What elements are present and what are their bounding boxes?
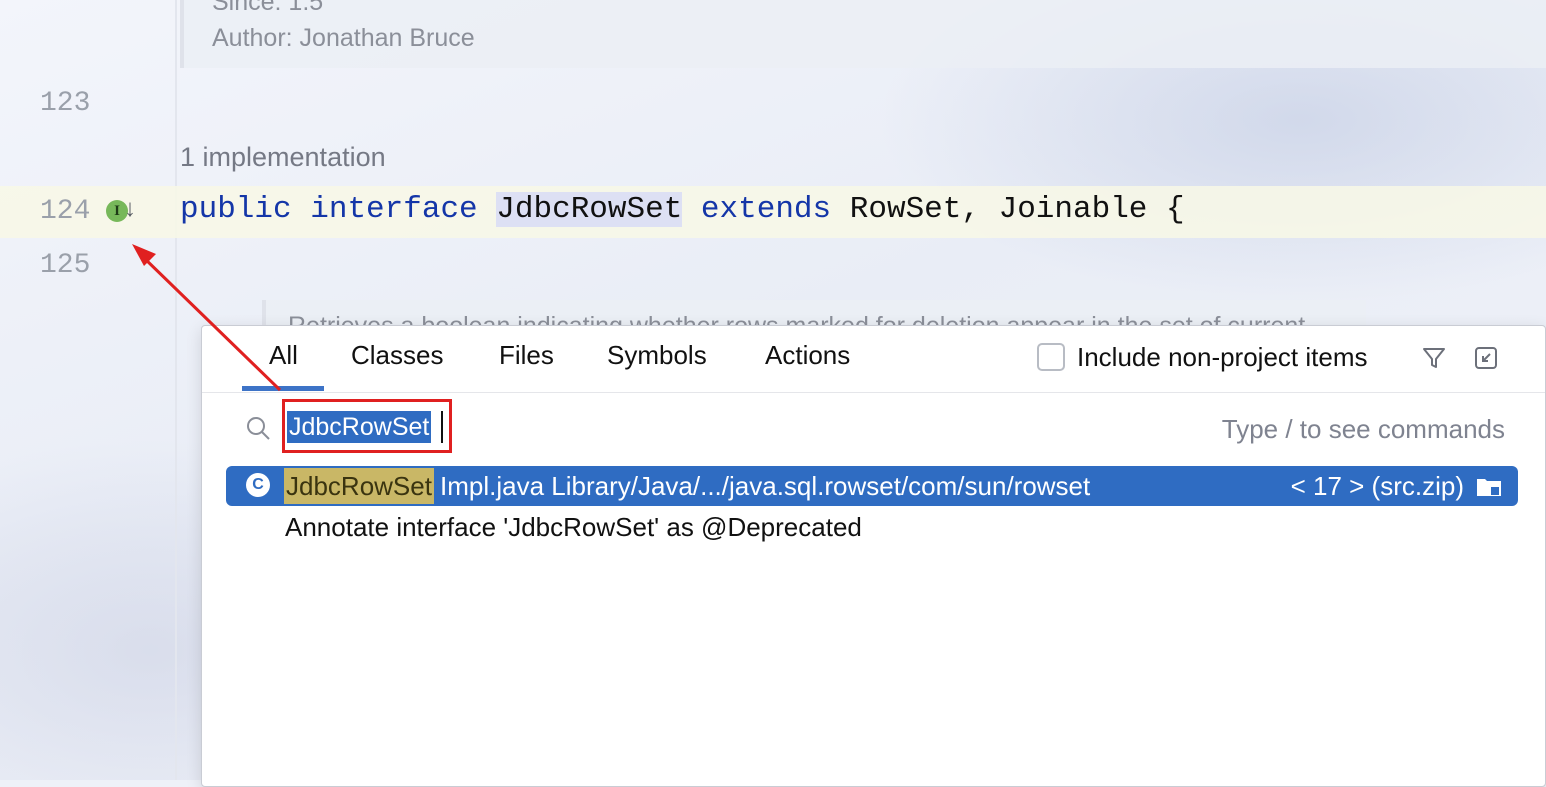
search-icon <box>247 417 270 440</box>
tab-all[interactable]: All <box>269 340 298 371</box>
implementation-inlay-hint[interactable]: 1 implementation <box>180 142 386 173</box>
gutter-divider <box>175 0 177 780</box>
popup-tab-bar: All Classes Files Symbols Actions Includ… <box>202 326 1545 393</box>
keyword-extends: extends <box>700 192 832 227</box>
code-rest: RowSet, Joinable { <box>849 192 1185 227</box>
annotation-highlight-box <box>282 399 452 453</box>
result-item-action[interactable]: Annotate interface 'JdbcRowSet' as @Depr… <box>285 512 862 543</box>
keyword-public: public <box>180 192 292 227</box>
keyword-interface: interface <box>310 192 478 227</box>
include-non-project-checkbox[interactable] <box>1037 343 1065 371</box>
class-name[interactable]: JdbcRowSet <box>496 192 683 227</box>
tab-files[interactable]: Files <box>499 340 554 371</box>
tab-classes[interactable]: Classes <box>351 340 443 371</box>
filter-icon[interactable] <box>1420 344 1448 372</box>
search-everywhere-popup: All Classes Files Symbols Actions Includ… <box>201 325 1546 787</box>
code-line-124[interactable]: public interface JdbcRowSet extends RowS… <box>180 192 1185 227</box>
collapse-icon[interactable] <box>1474 346 1498 370</box>
folder-icon <box>1477 479 1501 496</box>
result-path-text: Impl.java Library/Java/.../java.sql.rows… <box>440 471 1091 501</box>
javadoc-since: Since: 1.5 <box>212 0 324 16</box>
result-match-text: JdbcRowSet <box>284 468 434 504</box>
line-number-123: 123 <box>40 88 91 119</box>
line-number-125: 125 <box>40 250 91 281</box>
result-item-selected[interactable]: C JdbcRowSet Impl.java Library/Java/.../… <box>226 466 1518 506</box>
javadoc-author: Author: Jonathan Bruce <box>212 24 475 52</box>
line-number-124: 124 <box>40 196 91 227</box>
result-meta: < 17 > (src.zip) <box>1290 471 1464 501</box>
search-hint: Type / to see commands <box>1221 414 1505 444</box>
tab-actions[interactable]: Actions <box>765 340 850 371</box>
include-non-project-label[interactable]: Include non-project items <box>1077 342 1367 373</box>
arrow-down-icon[interactable]: ↓ <box>124 195 136 223</box>
selected-tab-indicator <box>242 386 324 391</box>
class-icon: C <box>246 473 270 497</box>
tab-symbols[interactable]: Symbols <box>607 340 707 371</box>
